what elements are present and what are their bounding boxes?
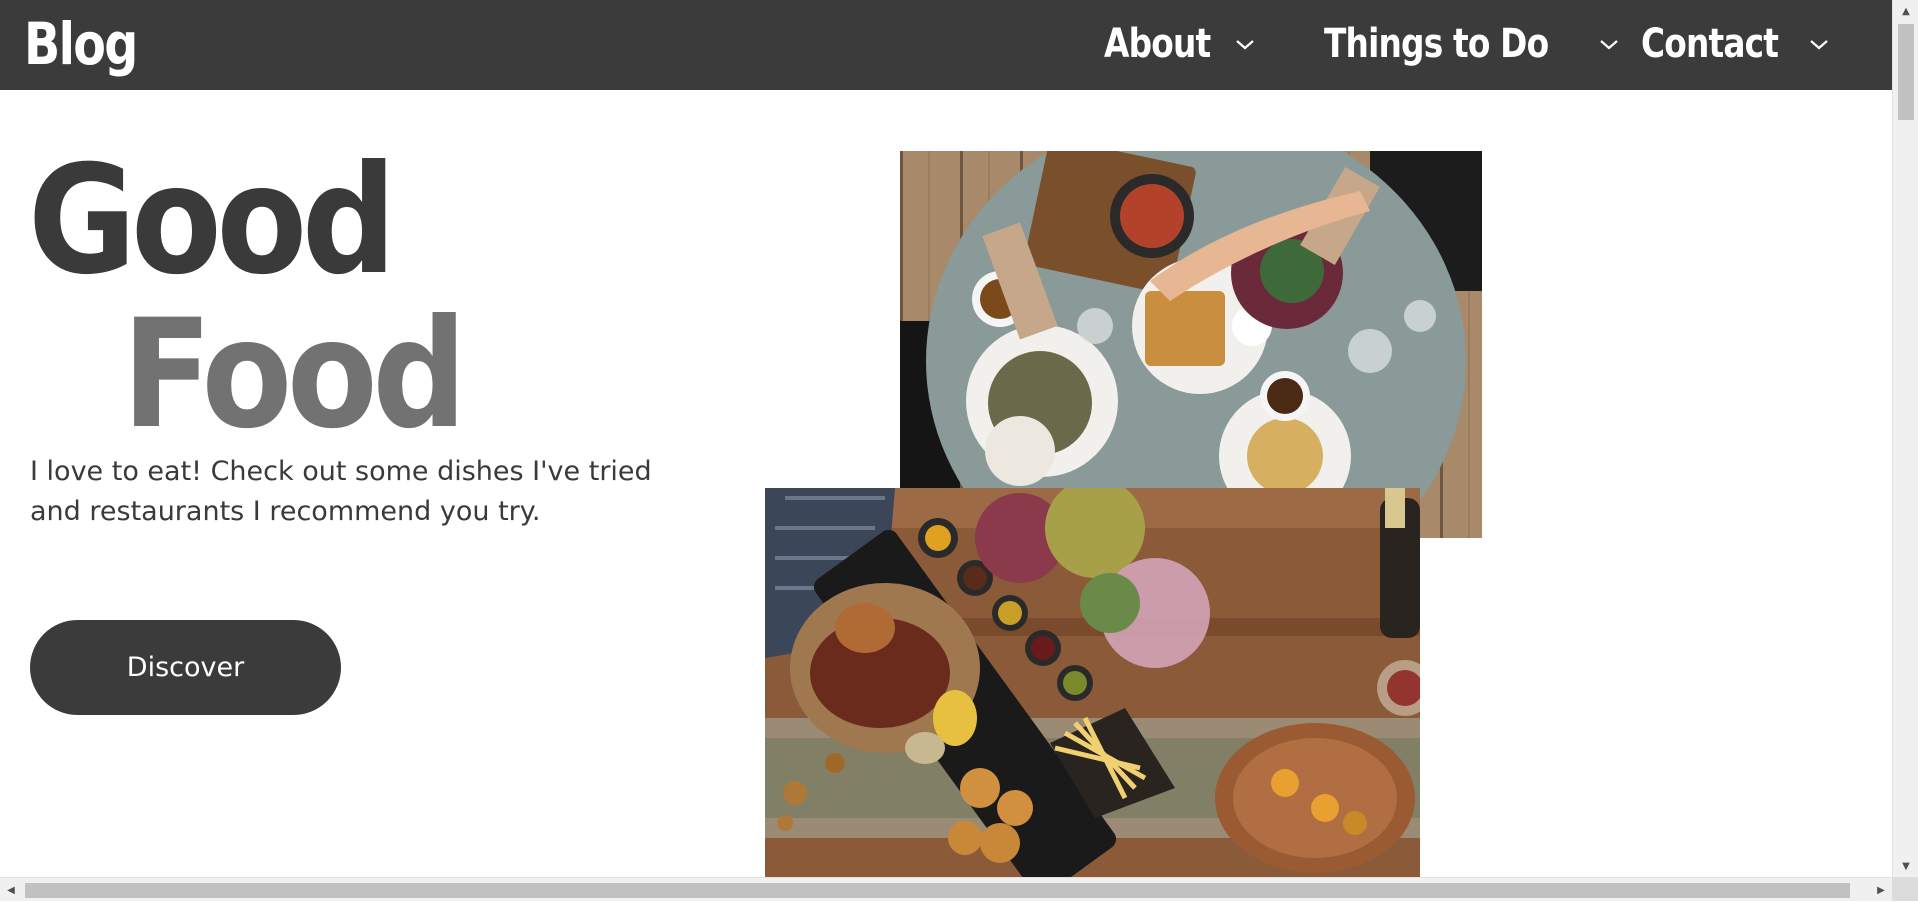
nav-item-contact[interactable]: Contact: [1641, 16, 1830, 72]
food-table-photo: [900, 151, 1482, 538]
hero-title-good: Good: [28, 134, 396, 308]
grill-platter-photo: [765, 488, 1420, 877]
nav-label-contact: Contact: [1641, 21, 1779, 67]
nav-label-things-to-do: Things to Do: [1324, 21, 1549, 67]
vertical-scrollbar[interactable]: ▲ ▼: [1892, 0, 1918, 877]
scroll-right-icon[interactable]: ▶: [1870, 878, 1892, 902]
hero-intro-text: I love to eat! Check out some dishes I'v…: [30, 456, 652, 527]
scrollbar-corner: [1892, 877, 1918, 901]
nav-item-about[interactable]: About: [1104, 16, 1256, 72]
brand-logo[interactable]: Blog: [24, 8, 138, 80]
horizontal-scroll-thumb[interactable]: [25, 883, 1850, 898]
site-header: Blog About Things to Do Contact: [0, 0, 1892, 90]
nav-item-things-to-do[interactable]: Things to Do: [1324, 16, 1620, 72]
chevron-down-icon: [1808, 33, 1830, 55]
chevron-down-icon: [1598, 33, 1620, 55]
hero-title-food: Food: [122, 288, 467, 462]
page-viewport: Blog About Things to Do Contact Good Foo…: [0, 0, 1892, 877]
scroll-left-icon[interactable]: ◀: [0, 878, 22, 902]
scroll-down-icon[interactable]: ▼: [1893, 855, 1918, 877]
nav-label-about: About: [1104, 21, 1211, 67]
chevron-down-icon: [1234, 33, 1256, 55]
scroll-up-icon[interactable]: ▲: [1893, 0, 1918, 22]
vertical-scroll-thumb[interactable]: [1898, 24, 1914, 120]
horizontal-scrollbar[interactable]: ◀ ▶: [0, 877, 1892, 901]
discover-button[interactable]: Discover: [30, 620, 341, 715]
